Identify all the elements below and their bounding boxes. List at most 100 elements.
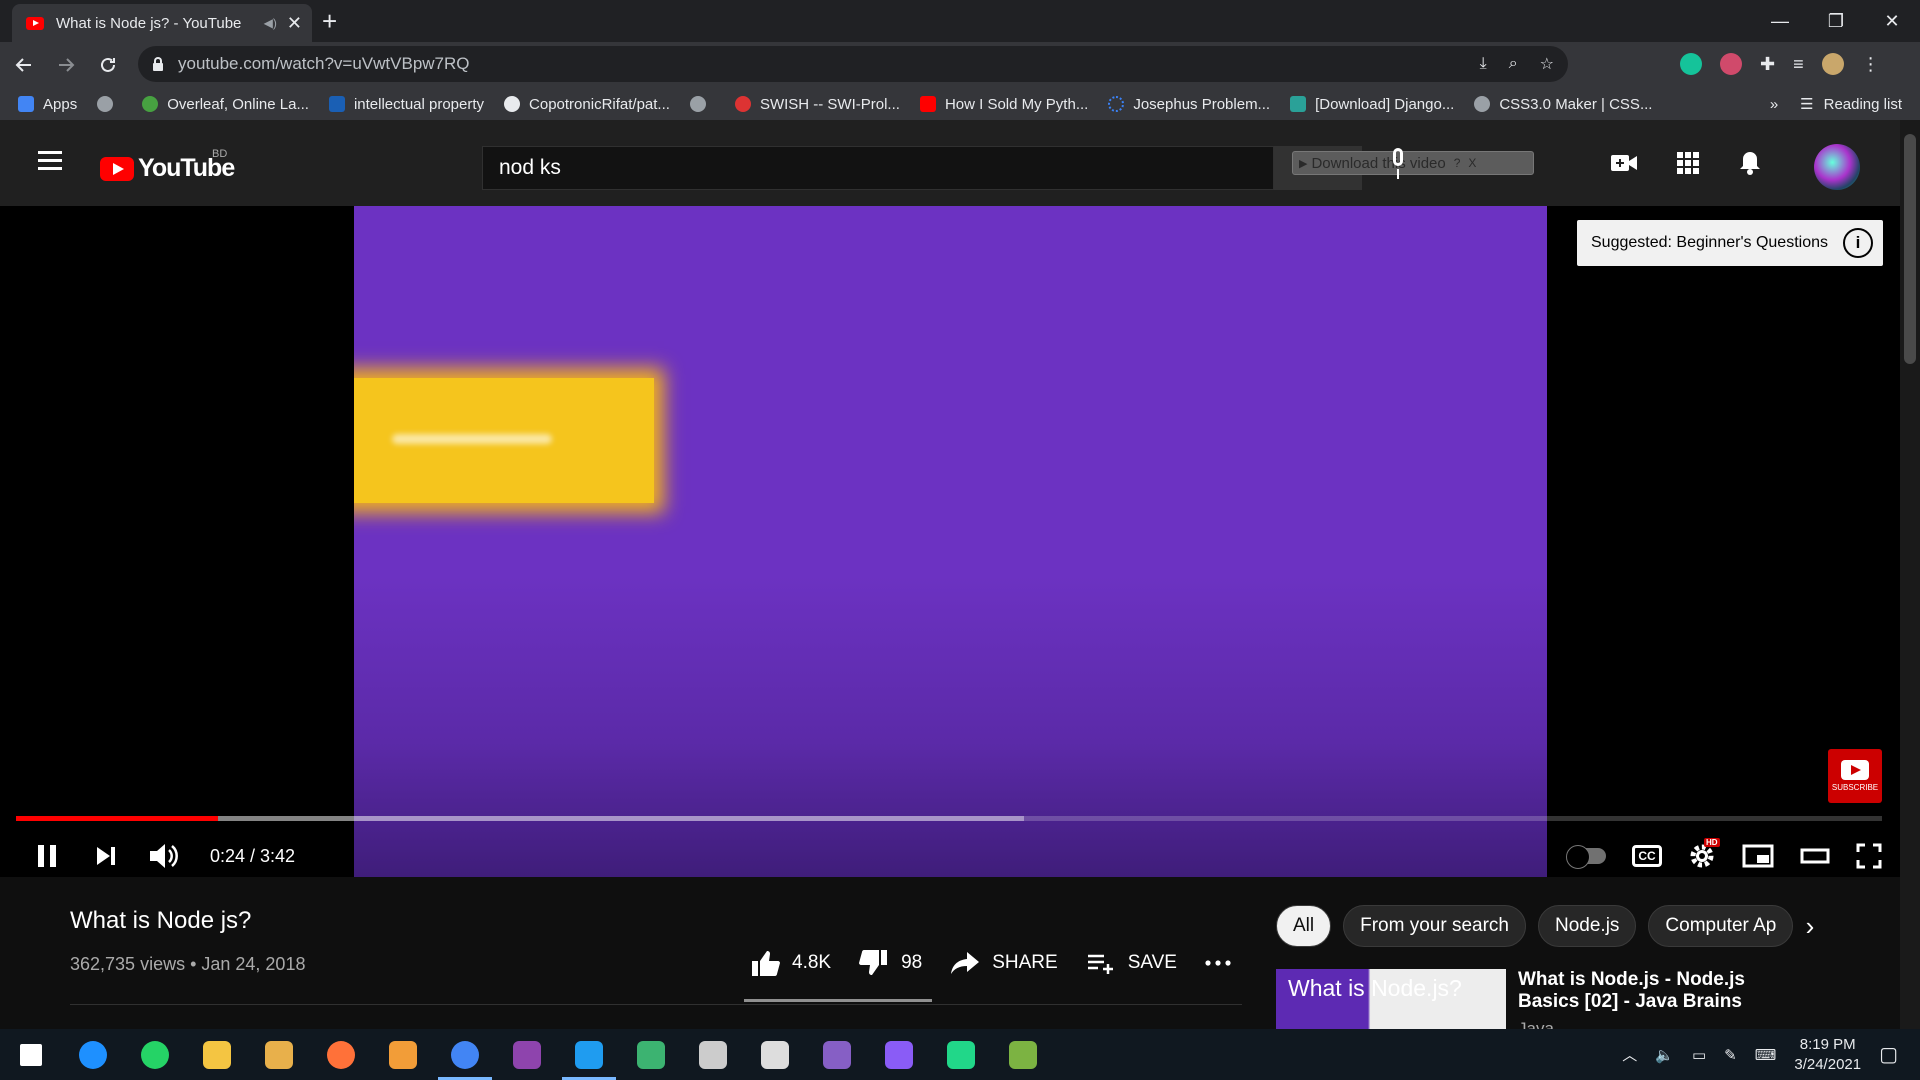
notifications-bell-icon[interactable] [1738, 150, 1762, 176]
address-bar[interactable]: youtube.com/watch?v=uVwtVBpw7RQ ⤓ ⌕ ☆ [138, 46, 1568, 82]
recommended-title[interactable]: What is Node.js - Node.js Basics [02] - … [1518, 969, 1778, 1013]
miniplayer-icon[interactable] [1742, 844, 1774, 868]
taskbar-file-explorer[interactable] [186, 1029, 248, 1080]
menu-kebab-icon[interactable]: ⋮ [1862, 54, 1880, 75]
taskbar-pycharm[interactable] [930, 1029, 992, 1080]
fullscreen-icon[interactable] [1856, 843, 1882, 869]
taskbar-app-16[interactable] [992, 1029, 1054, 1080]
next-icon[interactable] [94, 844, 118, 868]
keyboard-icon[interactable]: ⌨ [1755, 1046, 1777, 1064]
page-scrollbar[interactable] [1900, 120, 1920, 1029]
chip-computer-applications[interactable]: Computer Ap [1648, 905, 1794, 947]
download-close[interactable]: X [1468, 156, 1476, 170]
taskbar-visual-studio[interactable] [806, 1029, 868, 1080]
chips-next-chevron-icon[interactable]: › [1792, 905, 1828, 947]
captions-button[interactable]: CC [1632, 845, 1662, 867]
autoplay-toggle[interactable] [1566, 845, 1606, 869]
url-text[interactable]: youtube.com/watch?v=uVwtVBpw7RQ [178, 54, 470, 74]
download-help[interactable]: ? [1454, 156, 1461, 170]
taskbar-firefox[interactable] [310, 1029, 372, 1080]
bookmark-youtube[interactable]: How I Sold My Pyth... [919, 96, 1088, 113]
taskbar-app-11[interactable] [682, 1029, 744, 1080]
video-player[interactable]: Suggested: Beginner's Questions i SUBSCR… [0, 206, 1900, 877]
network-icon[interactable]: ▭ [1692, 1046, 1706, 1064]
taskbar-whatsapp[interactable] [124, 1029, 186, 1080]
bookmark-intellectual-property[interactable]: intellectual property [328, 96, 484, 113]
hamburger-menu-icon[interactable] [38, 151, 62, 175]
taskbar-app-6[interactable] [372, 1029, 434, 1080]
apps-grid-icon[interactable] [1676, 151, 1700, 175]
theater-mode-icon[interactable] [1800, 846, 1830, 866]
taskbar-chrome[interactable] [434, 1029, 496, 1080]
settings-button[interactable]: HD [1688, 838, 1720, 870]
pen-icon[interactable]: ✎ [1724, 1046, 1737, 1064]
minimize-button[interactable]: — [1752, 0, 1808, 42]
bookmark-star-icon[interactable]: ☆ [1540, 54, 1554, 74]
bookmark-overleaf[interactable]: Overleaf, Online La... [142, 96, 309, 113]
grammarly-extension-icon[interactable] [1680, 53, 1702, 75]
volume-icon[interactable] [148, 842, 180, 870]
thumbnail-text: What is Node.js? [1288, 975, 1462, 1001]
media-control-icon[interactable]: ≡ [1793, 54, 1804, 75]
clock[interactable]: 8:19 PM 3/24/2021 [1794, 1035, 1861, 1075]
profile-avatar-icon[interactable] [1821, 53, 1844, 75]
suggested-card[interactable]: Suggested: Beginner's Questions i [1577, 220, 1883, 266]
lock-icon[interactable] [152, 57, 164, 71]
scrollbar-thumb[interactable] [1904, 134, 1916, 364]
like-button[interactable]: 4.8K [750, 949, 831, 977]
restore-button[interactable]: ❐ [1808, 0, 1864, 42]
tab-audio-icon[interactable]: ◀) [264, 16, 277, 30]
download-video-overlay[interactable]: ▶ Download this video ? X [1292, 148, 1534, 179]
tab-close-icon[interactable]: ✕ [287, 13, 302, 34]
back-button[interactable] [6, 47, 42, 83]
browser-tab[interactable]: What is Node js? - YouTube ◀) ✕ [12, 4, 312, 42]
extension-icon[interactable] [1720, 53, 1742, 75]
video-frame[interactable] [354, 206, 1547, 877]
zoom-icon[interactable]: ⌕ [1509, 55, 1518, 73]
bookmark-globe-1[interactable] [97, 96, 122, 112]
bookmark-css3[interactable]: CSS3.0 Maker | CSS... [1474, 96, 1652, 113]
more-actions-button[interactable] [1205, 960, 1243, 966]
bookmark-apps[interactable]: Apps [18, 96, 77, 113]
puzzle-extensions-icon[interactable]: ✚ [1760, 54, 1775, 75]
progress-bar[interactable] [16, 816, 1882, 821]
install-icon[interactable]: ⤓ [1480, 55, 1487, 73]
chip-all[interactable]: All [1276, 905, 1332, 947]
search-input[interactable]: nod ks [482, 146, 1274, 190]
taskbar-app-4[interactable] [248, 1029, 310, 1080]
create-video-icon[interactable] [1610, 153, 1638, 173]
info-icon[interactable]: i [1843, 228, 1873, 258]
bookmark-swish[interactable]: SWISH -- SWI-Prol... [734, 96, 900, 113]
new-tab-button[interactable]: + [322, 8, 337, 34]
bookmark-josephus[interactable]: Josephus Problem... [1108, 96, 1270, 113]
save-button[interactable]: SAVE [1086, 952, 1177, 974]
taskbar-messenger[interactable] [868, 1029, 930, 1080]
chip-nodejs[interactable]: Node.js [1538, 905, 1637, 947]
taskbar-app-12[interactable] [744, 1029, 806, 1080]
share-button[interactable]: SHARE [950, 951, 1058, 975]
volume-tray-icon[interactable]: 🔈 [1655, 1046, 1674, 1064]
forward-button[interactable] [48, 47, 84, 83]
subscribe-watermark[interactable]: SUBSCRIBE [1828, 749, 1882, 803]
close-window-button[interactable]: ✕ [1864, 0, 1920, 42]
taskbar-vscode[interactable] [558, 1029, 620, 1080]
bookmark-django[interactable]: [Download] Django... [1290, 96, 1454, 113]
bookmark-github[interactable]: CopotronicRifat/pat... [504, 96, 670, 113]
chip-from-your-search[interactable]: From your search [1343, 905, 1526, 947]
bookmark-globe-2[interactable] [689, 96, 715, 112]
youtube-logo[interactable]: YouTube BD [100, 148, 235, 183]
user-avatar[interactable] [1814, 144, 1860, 190]
tray-chevron-icon[interactable]: ︿ [1622, 1044, 1637, 1065]
more-bookmarks-icon[interactable]: » [1770, 96, 1778, 113]
taskbar-app-10[interactable] [620, 1029, 682, 1080]
notifications-icon[interactable]: ▢ [1879, 1042, 1898, 1067]
taskbar-github-desktop[interactable] [496, 1029, 558, 1080]
taskbar-search[interactable] [62, 1029, 124, 1080]
pause-icon[interactable] [34, 843, 60, 869]
dislike-button[interactable]: 98 [859, 949, 922, 977]
recommended-thumbnail[interactable]: What is Node.js? [1276, 969, 1506, 1029]
reading-list[interactable]: » ☰ Reading list [1770, 88, 1902, 120]
reload-button[interactable] [90, 47, 126, 83]
microphone-icon[interactable] [1393, 148, 1403, 179]
taskbar-start[interactable] [0, 1029, 62, 1080]
